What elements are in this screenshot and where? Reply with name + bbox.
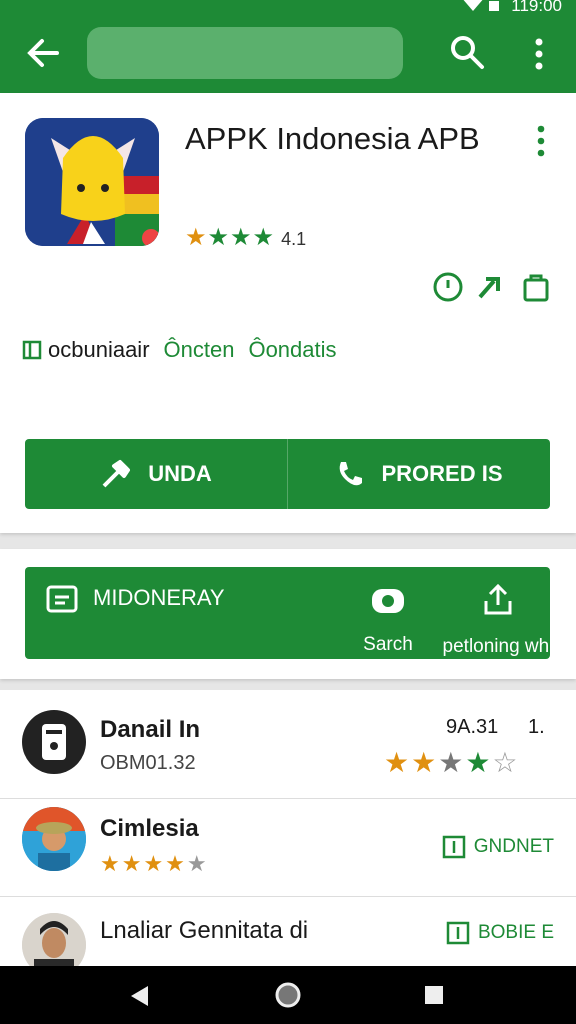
avatar <box>22 710 86 774</box>
more-vert-icon[interactable] <box>528 36 550 72</box>
open-box-icon <box>446 921 470 945</box>
promo-card: MIDONERAY Sarch petloning whi <box>0 549 576 679</box>
promo-banner[interactable]: MIDONERAY Sarch petloning whi <box>25 567 553 659</box>
search-icon[interactable] <box>449 34 485 70</box>
tag-updates[interactable]: Ôondatis <box>248 337 336 363</box>
list-item-title: Danail In <box>100 716 201 743</box>
list-item-title: Cimlesia <box>100 815 199 842</box>
back-arrow-icon[interactable] <box>26 36 60 70</box>
hammer-icon <box>102 460 131 488</box>
forward-arrow-icon[interactable] <box>476 271 508 303</box>
list-item[interactable]: Lnaliar Gennitata di BOBIE E <box>0 896 576 977</box>
bag-icon[interactable] <box>520 271 552 303</box>
app-logo-icon <box>25 118 159 246</box>
phone-icon <box>340 462 363 486</box>
counter-label: 1. <box>528 716 545 738</box>
app-title: APPK Indonesia APB <box>185 121 480 156</box>
clock-icon[interactable] <box>432 271 464 303</box>
list-item-subtitle: OBM01.32 <box>100 752 196 774</box>
app-icon <box>25 118 159 246</box>
star-icon: ★ <box>185 224 208 251</box>
signal-icon <box>463 0 500 11</box>
status-time: 119:00 <box>511 0 562 15</box>
tag-category[interactable]: ocbuniaair <box>22 337 150 363</box>
list-item-rating: ★★★★★ <box>100 851 209 876</box>
device-icon <box>42 724 66 760</box>
share-icon <box>484 583 512 615</box>
call-button[interactable]: PRORED IS <box>287 439 550 509</box>
list-item-button[interactable]: BOBIE E <box>446 921 554 945</box>
app-tags: ocbuniaair Ôncten Ôondatis <box>22 337 337 363</box>
version-label: 9A.31 <box>446 716 499 738</box>
status-bar: 119:00 <box>461 0 562 16</box>
nav-home-icon[interactable] <box>274 981 302 1009</box>
star-icon: ★★★ <box>207 224 276 251</box>
primary-action-buttons: UNDA PRORED IS <box>25 439 550 509</box>
list-item-title: Lnaliar Gennitata di <box>100 917 309 944</box>
list-item[interactable]: Danail In OBM01.32 9A.31 1. ★★★★☆ <box>0 690 576 798</box>
app-actions-icons <box>432 271 552 303</box>
banner-search-action[interactable]: Sarch <box>333 583 443 656</box>
nav-back-icon[interactable] <box>128 984 152 1008</box>
rating-value: 4.1 <box>281 229 307 249</box>
nav-recents-icon[interactable] <box>423 984 445 1006</box>
list-item[interactable]: Cimlesia ★★★★★ GNDNET <box>0 798 576 897</box>
app-rating: ★★★★ 4.1 <box>185 223 306 252</box>
banner-label: MIDONERAY <box>45 581 225 615</box>
person-photo-icon <box>22 807 86 871</box>
list-item-button[interactable]: GNDNET <box>442 835 554 859</box>
list-item-rating: ★★★★☆ <box>384 747 520 778</box>
tag-content[interactable]: Ôncten <box>164 337 235 363</box>
app-bar: 119:00 <box>0 0 576 93</box>
search-input[interactable] <box>87 27 403 79</box>
banner-share-action[interactable]: petloning whi <box>433 583 563 658</box>
avatar <box>22 807 86 871</box>
open-box-icon <box>442 835 466 859</box>
camera-icon <box>372 589 404 613</box>
app-header-card: APPK Indonesia APB ★★★★ 4.1 ocbuniaair Ôn… <box>0 93 576 533</box>
app-list: Danail In OBM01.32 9A.31 1. ★★★★☆ Cimles… <box>0 690 576 977</box>
calendar-icon <box>46 585 78 613</box>
navigation-bar <box>0 966 576 1024</box>
book-icon <box>22 340 42 360</box>
install-button[interactable]: UNDA <box>25 439 287 509</box>
overflow-menu-icon[interactable] <box>530 123 552 159</box>
